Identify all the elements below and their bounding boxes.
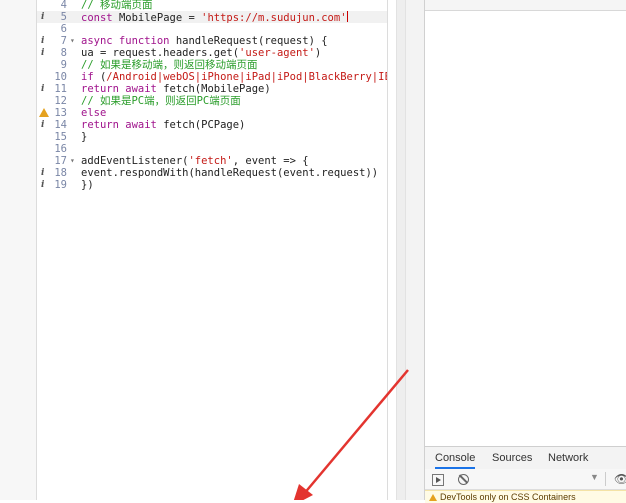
annotation-arrow	[293, 369, 409, 500]
annotation-arrow-shaft	[302, 369, 409, 496]
